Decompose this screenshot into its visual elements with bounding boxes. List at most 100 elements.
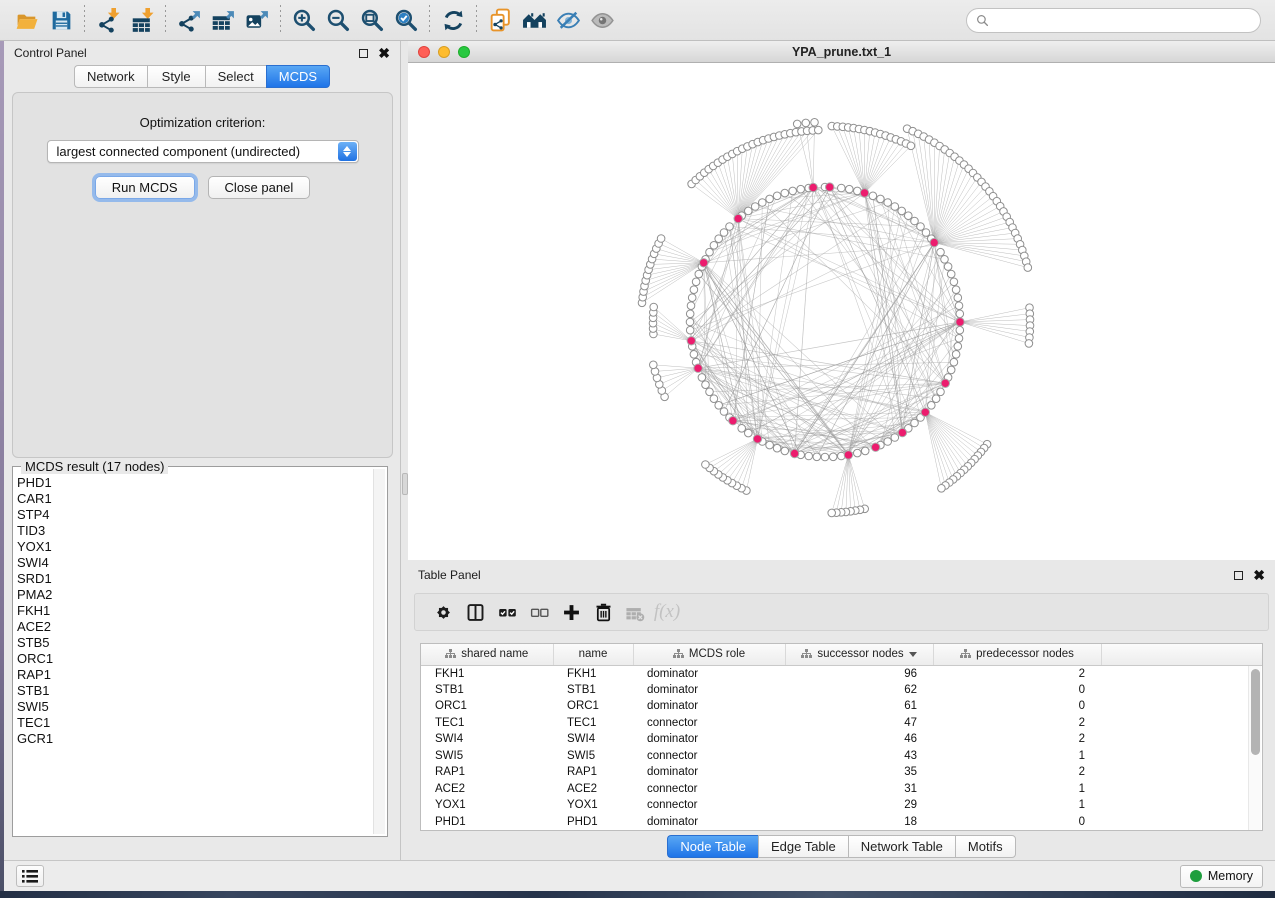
table-cell[interactable]: 2 bbox=[933, 731, 1101, 748]
tab-select[interactable]: Select bbox=[205, 65, 266, 88]
table-cell[interactable]: 1 bbox=[933, 781, 1101, 798]
column-header-name[interactable]: name bbox=[553, 644, 633, 665]
table-cell[interactable]: SWI4 bbox=[421, 731, 553, 748]
table-cell[interactable]: 35 bbox=[785, 764, 933, 781]
first-neighbors-icon[interactable] bbox=[517, 3, 551, 37]
table-row[interactable]: ACE2ACE2connector311 bbox=[421, 781, 1262, 798]
table-cell[interactable]: 62 bbox=[785, 682, 933, 699]
export-network-icon[interactable] bbox=[172, 3, 206, 37]
zoom-out-icon[interactable] bbox=[321, 3, 355, 37]
table-cell[interactable]: 61 bbox=[785, 698, 933, 715]
table-cell[interactable]: dominator bbox=[633, 698, 785, 715]
table-cell[interactable]: dominator bbox=[633, 731, 785, 748]
mcds-result-item[interactable]: ACE2 bbox=[17, 619, 371, 635]
mcds-result-item[interactable]: SWI4 bbox=[17, 555, 371, 571]
table-cell[interactable]: 47 bbox=[785, 715, 933, 732]
table-cell[interactable]: 43 bbox=[785, 748, 933, 765]
open-file-icon[interactable] bbox=[10, 3, 44, 37]
copy-network-icon[interactable] bbox=[483, 3, 517, 37]
column-header-MCDS-role[interactable]: MCDS role bbox=[633, 644, 785, 665]
save-session-icon[interactable] bbox=[44, 3, 78, 37]
column-header-successor-nodes[interactable]: successor nodes bbox=[785, 644, 933, 665]
delete-column-icon[interactable] bbox=[587, 596, 619, 628]
table-cell[interactable]: ACE2 bbox=[421, 781, 553, 798]
mcds-result-item[interactable]: RAP1 bbox=[17, 667, 371, 683]
export-image-icon[interactable] bbox=[240, 3, 274, 37]
table-cell[interactable]: 46 bbox=[785, 731, 933, 748]
optimization-criterion-select[interactable]: largest connected component (undirected) bbox=[47, 140, 359, 163]
table-cell[interactable]: connector bbox=[633, 781, 785, 798]
graph-nodes[interactable] bbox=[638, 119, 1034, 517]
memory-button[interactable]: Memory bbox=[1180, 865, 1263, 888]
mcds-result-item[interactable]: CAR1 bbox=[17, 491, 371, 507]
table-cell[interactable]: ACE2 bbox=[553, 781, 633, 798]
select-all-checks-icon[interactable] bbox=[491, 596, 523, 628]
close-panel-icon[interactable]: ✖ bbox=[378, 46, 390, 60]
show-columns-icon[interactable] bbox=[459, 596, 491, 628]
table-scrollbar-thumb[interactable] bbox=[1251, 669, 1260, 755]
table-row[interactable]: YOX1YOX1connector291 bbox=[421, 797, 1262, 814]
import-table-icon[interactable] bbox=[125, 3, 159, 37]
table-cell[interactable]: 2 bbox=[933, 665, 1101, 682]
close-panel-button[interactable]: Close panel bbox=[208, 176, 311, 199]
mcds-result-item[interactable]: GCR1 bbox=[17, 731, 371, 747]
table-cell[interactable]: YOX1 bbox=[553, 797, 633, 814]
table-cell[interactable]: 0 bbox=[933, 814, 1101, 831]
search-box[interactable] bbox=[966, 8, 1261, 33]
table-cell[interactable]: FKH1 bbox=[421, 665, 553, 682]
table-cell[interactable]: dominator bbox=[633, 665, 785, 682]
table-cell[interactable]: dominator bbox=[633, 682, 785, 699]
table-cell[interactable]: STB1 bbox=[553, 682, 633, 699]
mcds-result-item[interactable]: TID3 bbox=[17, 523, 371, 539]
zoom-selected-icon[interactable] bbox=[389, 3, 423, 37]
table-cell[interactable]: dominator bbox=[633, 764, 785, 781]
zoom-in-icon[interactable] bbox=[287, 3, 321, 37]
table-cell[interactable]: PHD1 bbox=[553, 814, 633, 831]
search-input[interactable] bbox=[995, 13, 1251, 27]
mcds-result-item[interactable]: PMA2 bbox=[17, 587, 371, 603]
mcds-result-item[interactable]: STP4 bbox=[17, 507, 371, 523]
table-tab-network-table[interactable]: Network Table bbox=[848, 835, 955, 858]
close-table-panel-icon[interactable]: ✖ bbox=[1253, 568, 1265, 582]
mcds-result-list[interactable]: PHD1CAR1STP4TID3YOX1SWI4SRD1PMA2FKH1ACE2… bbox=[17, 475, 371, 832]
table-cell[interactable]: connector bbox=[633, 715, 785, 732]
table-cell[interactable]: 18 bbox=[785, 814, 933, 831]
table-cell[interactable]: 96 bbox=[785, 665, 933, 682]
tab-mcds[interactable]: MCDS bbox=[266, 65, 330, 88]
table-row[interactable]: ORC1ORC1dominator610 bbox=[421, 698, 1262, 715]
add-column-icon[interactable] bbox=[555, 596, 587, 628]
mcds-result-item[interactable]: TEC1 bbox=[17, 715, 371, 731]
table-tab-motifs[interactable]: Motifs bbox=[955, 835, 1016, 858]
float-table-panel-icon[interactable] bbox=[1234, 571, 1243, 580]
table-cell[interactable]: STB1 bbox=[421, 682, 553, 699]
table-row[interactable]: FKH1FKH1dominator962 bbox=[421, 665, 1262, 682]
table-cell[interactable]: RAP1 bbox=[421, 764, 553, 781]
table-cell[interactable]: 29 bbox=[785, 797, 933, 814]
table-cell[interactable]: 1 bbox=[933, 797, 1101, 814]
table-cell[interactable]: ORC1 bbox=[421, 698, 553, 715]
table-cell[interactable]: TEC1 bbox=[421, 715, 553, 732]
split-pane-divider-handle[interactable] bbox=[402, 473, 408, 495]
mcds-result-item[interactable]: SWI5 bbox=[17, 699, 371, 715]
table-tab-edge-table[interactable]: Edge Table bbox=[758, 835, 848, 858]
column-settings-icon[interactable] bbox=[427, 596, 459, 628]
table-scrollbar[interactable] bbox=[1248, 666, 1261, 830]
table-row[interactable]: SWI4SWI4dominator462 bbox=[421, 731, 1262, 748]
table-cell[interactable]: 0 bbox=[933, 682, 1101, 699]
tab-style[interactable]: Style bbox=[147, 65, 205, 88]
table-cell[interactable]: connector bbox=[633, 797, 785, 814]
mcds-result-item[interactable]: ORC1 bbox=[17, 651, 371, 667]
table-cell[interactable]: SWI4 bbox=[553, 731, 633, 748]
column-header-shared-name[interactable]: shared name bbox=[421, 644, 553, 665]
mcds-result-item[interactable]: STB5 bbox=[17, 635, 371, 651]
table-row[interactable]: PHD1PHD1dominator180 bbox=[421, 814, 1262, 831]
run-mcds-button[interactable]: Run MCDS bbox=[95, 176, 195, 199]
table-tab-node-table[interactable]: Node Table bbox=[667, 835, 758, 858]
table-cell[interactable]: SWI5 bbox=[421, 748, 553, 765]
table-cell[interactable]: dominator bbox=[633, 814, 785, 831]
table-cell[interactable]: FKH1 bbox=[553, 665, 633, 682]
table-cell[interactable]: connector bbox=[633, 748, 785, 765]
mcds-result-item[interactable]: STB1 bbox=[17, 683, 371, 699]
table-row[interactable]: RAP1RAP1dominator352 bbox=[421, 764, 1262, 781]
table-cell[interactable]: 1 bbox=[933, 748, 1101, 765]
